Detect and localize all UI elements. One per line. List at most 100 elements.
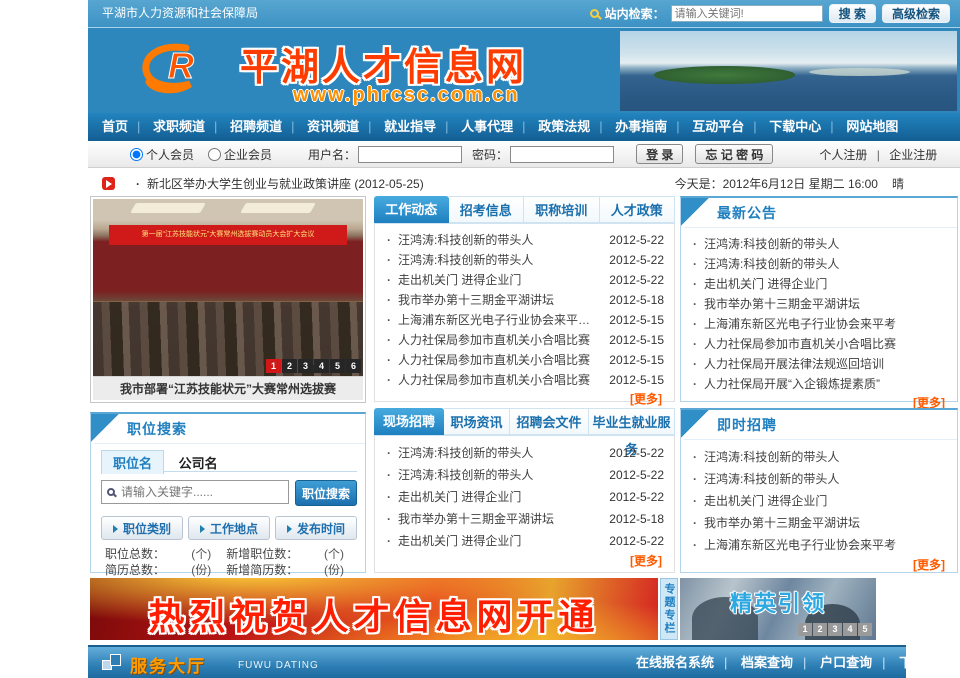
nav-item-recruit[interactable]: 招聘频道 [230,119,282,134]
search-button[interactable]: 搜 索 [829,4,876,23]
filter-category-button[interactable]: 职位类别 [101,516,183,540]
corner-fold-icon [681,198,711,228]
company-register-link[interactable]: 企业注册 [889,148,937,162]
service-hall-icon [102,654,122,672]
shoreline-graphic [809,68,910,76]
job-filters: 职位类别 工作地点 发布时间 [101,516,357,540]
search-icon [107,488,115,496]
link-hukou-query[interactable]: 户口查询 [820,655,872,670]
nav-item-interact[interactable]: 互动平台 [692,119,744,134]
site-search-input[interactable] [671,5,823,22]
celebration-banner[interactable]: 热烈祝贺人才信息网开通 [90,578,658,640]
instant-jobs-panel: 即时招聘 汪鸿涛:科技创新的带头人 汪鸿涛:科技创新的带头人 走出机关门 进得企… [680,408,958,573]
instant-jobs-more-link[interactable]: [更多] [681,556,957,575]
company-member-radio[interactable]: 企业会员 [208,146,272,163]
announcements-header: 最新公告 [681,198,957,228]
nav-item-services[interactable]: 办事指南 [615,119,667,134]
banner-page-2[interactable]: 2 [813,623,827,636]
news-box-recruit: 现场招聘 职场资讯 招聘会文件 毕业生就业服务 汪鸿涛:科技创新的带头人2012… [374,408,675,573]
forgot-password-button[interactable]: 忘 记 密 码 [695,144,773,164]
news-row: 人力社保局参加市直机关小合唱比赛2012-5-15 [375,330,674,350]
filter-date-button[interactable]: 发布时间 [275,516,357,540]
personal-member-radio[interactable]: 个人会员 [130,146,194,163]
job-stats: 职位总数： (个) 新增职位数： (个) 简历总数： (份) 新增简历数： (份… [105,546,359,578]
banner-page-5[interactable]: 5 [858,623,872,636]
job-search-header: 职位搜索 [91,414,365,444]
stat-label: 新增职位数： [226,546,309,562]
username-label: 用户名： [308,146,356,163]
slider-page-4[interactable]: 4 [314,359,329,373]
personal-member-radio-input[interactable] [130,148,143,161]
tab-work-news[interactable]: 工作动态 [374,196,449,223]
news-box-work: 工作动态 招考信息 职称培训 人才政策 汪鸿涛:科技创新的带头人2012-5-2… [374,196,675,402]
service-links: 在线报名系统| 档案查询| 户口查询| 下载中心| 民间职介 [636,647,960,678]
slider-page-2[interactable]: 2 [282,359,297,373]
stat-value: (份) [176,562,226,578]
link-archive-query[interactable]: 档案查询 [741,655,793,670]
news2-more-link[interactable]: [更多] [375,552,674,571]
slider-caption[interactable]: 我市部署“江苏技能状元”大赛常州选拔赛 [93,376,363,400]
link-download-center[interactable]: 下载中心 [899,655,951,670]
weather-text: 晴 [892,172,904,196]
banner-page-3[interactable]: 3 [828,623,842,636]
triangle-icon [113,525,118,533]
stat-value: (个) [176,546,226,562]
slider-page-5[interactable]: 5 [330,359,345,373]
link-online-registration[interactable]: 在线报名系统 [636,655,714,670]
stat-value: (份) [309,562,359,578]
nav-item-guidance[interactable]: 就业指导 [384,119,436,134]
slider-page-1[interactable]: 1 [266,359,281,373]
register-links: 个人注册 | 企业注册 [819,146,937,163]
header-cityscape-photo [620,31,957,111]
company-member-radio-input[interactable] [208,148,221,161]
tab-graduate-services[interactable]: 毕业生就业服务 [589,408,675,435]
slider-page-3[interactable]: 3 [298,359,313,373]
announcements-panel: 最新公告 汪鸿涛:科技创新的带头人 汪鸿涛:科技创新的带头人 走出机关门 进得企… [680,196,958,402]
site-url: www.phrcsc.com.cn [293,84,520,107]
news1-more-link[interactable]: [更多] [375,390,674,409]
login-bar: 个人会员 企业会员 用户名： 密码： 登 录 忘 记 密 码 个人注册 | 企业… [88,141,960,168]
main-nav: 首页| 求职频道| 招聘频道| 资讯频道| 就业指导| 人事代理| 政策法规| … [88,113,960,141]
tab-workplace-info[interactable]: 职场资讯 [444,408,510,435]
job-search-button[interactable]: 职位搜索 [295,480,357,506]
service-hall-title: 服务大厅 [130,652,206,677]
instant-jobs-list: 汪鸿涛:科技创新的带头人 汪鸿涛:科技创新的带头人 走出机关门 进得企业门 我市… [681,440,957,575]
job-row: 走出机关门 进得企业门 [681,490,957,512]
banner-page-4[interactable]: 4 [843,623,857,636]
advanced-search-button[interactable]: 高级检索 [882,4,950,23]
elite-photo-banner[interactable]: 精英引领 1 2 3 4 5 [680,578,876,640]
job-keyword-input[interactable] [121,485,283,499]
nav-item-policy[interactable]: 政策法规 [538,119,590,134]
island-graphic [654,66,796,84]
nav-item-info[interactable]: 资讯频道 [307,119,359,134]
site-search: 站内检索： 搜 索 高级检索 [590,0,950,27]
username-field[interactable] [358,146,462,163]
site-title: 平湖人才信息网 [240,36,527,91]
announcements-list: 汪鸿涛:科技创新的带头人 汪鸿涛:科技创新的带头人 走出机关门 进得企业门 我市… [681,228,957,413]
tab-company-name[interactable]: 公司名 [168,451,229,474]
login-button[interactable]: 登 录 [636,144,683,164]
tab-jobfair-files[interactable]: 招聘会文件 [510,408,589,435]
ticker-news-link[interactable]: 新北区举办大学生创业与就业政策讲座 (2012-05-25) [136,172,424,196]
news-row: 汪鸿涛:科技创新的带头人2012-5-22 [375,250,674,270]
nav-item-sitemap[interactable]: 网站地图 [846,119,898,134]
nav-item-download[interactable]: 下载中心 [769,119,821,134]
news2-tabs: 现场招聘 职场资讯 招聘会文件 毕业生就业服务 [374,408,675,436]
slider-page-6[interactable]: 6 [346,359,361,373]
tab-onsite-recruit[interactable]: 现场招聘 [374,408,444,435]
slider-photo[interactable]: 第一届“江苏技能状元”大赛常州选拔赛动员大会扩大会议 [93,199,363,376]
personal-register-link[interactable]: 个人注册 [819,148,867,162]
nav-item-jobseek[interactable]: 求职频道 [153,119,205,134]
tab-title-training[interactable]: 职称培训 [524,196,600,223]
password-field[interactable] [510,146,614,163]
announcement-row: 人力社保局开展法律法规巡回培训 [681,354,957,374]
filter-location-button[interactable]: 工作地点 [188,516,270,540]
triangle-icon [287,525,292,533]
nav-item-home[interactable]: 首页 [102,119,128,134]
banner-page-1[interactable]: 1 [798,623,812,636]
tab-exam-info[interactable]: 招考信息 [449,196,525,223]
tab-position-name[interactable]: 职位名 [101,450,164,474]
nav-item-hr-agency[interactable]: 人事代理 [461,119,513,134]
triangle-icon [200,525,205,533]
tab-talent-policy[interactable]: 人才政策 [600,196,676,223]
